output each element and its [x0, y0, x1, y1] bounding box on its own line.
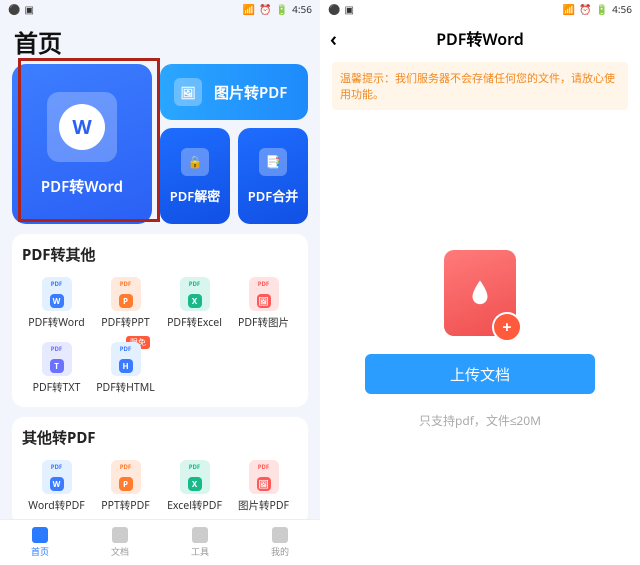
image-pdf-icon: 🖼 [174, 78, 202, 106]
merge-icon: 📑 [259, 148, 287, 176]
item-ppt-to-pdf[interactable]: P PPT转PDF [91, 454, 160, 519]
card-wide-label: 图片转PDF [214, 82, 287, 103]
section-title: 其他转PDF [22, 427, 298, 448]
excel-icon: X [180, 277, 210, 311]
txt-icon: T [42, 342, 72, 376]
card-pdf-decrypt[interactable]: 🔒 PDF解密 [160, 128, 230, 224]
excel-icon: X [180, 460, 210, 494]
item-label: Word转PDF [28, 498, 84, 513]
wifi-icon: 📶 [243, 2, 255, 16]
battery-icon: 🔋 [276, 2, 288, 16]
statusbar: ⚫ ▣ 📶 ⏰ 🔋 4:56 [0, 0, 320, 18]
card-pdf-merge[interactable]: 📑 PDF合并 [238, 128, 308, 224]
wechat-icon: ⚫ [8, 2, 20, 16]
alarm-icon: ⏰ [259, 2, 271, 16]
image-icon: 🖼 [249, 460, 279, 494]
item-label: Excel转PDF [167, 498, 222, 513]
adobe-icon [465, 278, 495, 308]
item-pdf-to-excel[interactable]: X PDF转Excel [160, 271, 229, 336]
word-icon: W [42, 277, 72, 311]
item-pdf-to-image[interactable]: 🖼 PDF转图片 [229, 271, 298, 336]
page-title: 首页 [12, 18, 308, 64]
item-pdf-to-word[interactable]: W PDF转Word [22, 271, 91, 336]
tool-icon [192, 527, 208, 543]
nav-home[interactable]: 首页 [0, 520, 80, 565]
statusbar: ⚫ ▣ 📶 ⏰ 🔋 4:56 [320, 0, 640, 18]
folder-icon [112, 527, 128, 543]
app-icon: ▣ [24, 2, 33, 16]
item-pdf-to-ppt[interactable]: P PDF转PPT [91, 271, 160, 336]
item-label: PDF转HTML [96, 380, 155, 395]
item-label: PDF转TXT [33, 380, 81, 395]
alarm-icon: ⏰ [579, 2, 591, 16]
item-label: PDF转Excel [167, 315, 222, 330]
image-icon: 🖼 [249, 277, 279, 311]
item-label: PPT转PDF [101, 498, 150, 513]
back-button[interactable]: ‹ [330, 25, 337, 52]
app-icon: ▣ [344, 2, 353, 16]
clock: 4:56 [292, 2, 312, 16]
item-excel-to-pdf[interactable]: X Excel转PDF [160, 454, 229, 519]
pdf-upload-icon[interactable] [444, 250, 516, 336]
word-file-icon: W [47, 92, 117, 162]
item-word-to-pdf[interactable]: W Word转PDF [22, 454, 91, 519]
card-big-label: PDF转Word [41, 176, 123, 197]
nav-label: 工具 [191, 545, 209, 558]
card-sm-label: PDF解密 [170, 186, 221, 205]
user-icon [272, 527, 288, 543]
nav-label: 首页 [31, 545, 49, 558]
item-label: PDF转Word [28, 315, 84, 330]
item-label: 图片转PDF [238, 498, 289, 513]
card-pdf-to-word[interactable]: W PDF转Word [12, 64, 152, 224]
item-image-to-pdf[interactable]: 🖼 图片转PDF [229, 454, 298, 519]
ppt-icon: P [111, 277, 141, 311]
section-pdf-to-other: PDF转其他 W PDF转Word P PDF转PPT X PDF转Excel 🖼 PD… [12, 234, 308, 407]
wifi-icon: 📶 [563, 2, 575, 16]
nav-label: 我的 [271, 545, 289, 558]
page-title: PDF转Word [436, 26, 524, 50]
item-label: PDF转PPT [101, 315, 150, 330]
section-title: PDF转其他 [22, 244, 298, 265]
clock: 4:56 [612, 2, 632, 16]
word-icon: W [42, 460, 72, 494]
card-image-to-pdf[interactable]: 🖼 图片转PDF [160, 64, 308, 120]
html-icon: H [111, 342, 141, 376]
card-sm-label: PDF合并 [248, 186, 299, 205]
section-other-to-pdf: 其他转PDF W Word转PDF P PPT转PDF X Excel转PDF 🖼 图片… [12, 417, 308, 519]
battery-icon: 🔋 [596, 2, 608, 16]
warm-tip: 温馨提示：我们服务器不会存储任何您的文件，请放心使用功能。 [332, 62, 628, 110]
upload-button[interactable]: 上传文档 [365, 354, 595, 394]
page-header: ‹ PDF转Word [320, 18, 640, 58]
item-label: PDF转图片 [238, 315, 289, 330]
nav-tools[interactable]: 工具 [160, 520, 240, 565]
upload-hint: 只支持pdf，文件≤20M [419, 412, 541, 429]
nav-docs[interactable]: 文档 [80, 520, 160, 565]
home-icon [32, 527, 48, 543]
bottom-nav: 首页 文档 工具 我的 [0, 519, 320, 565]
item-pdf-to-html[interactable]: 限免HPDF转HTML [91, 336, 160, 401]
nav-label: 文档 [111, 545, 129, 558]
lock-icon: 🔒 [181, 148, 209, 176]
wechat-icon: ⚫ [328, 2, 340, 16]
nav-me[interactable]: 我的 [240, 520, 320, 565]
ppt-icon: P [111, 460, 141, 494]
item-pdf-to-txt[interactable]: T PDF转TXT [22, 336, 91, 401]
